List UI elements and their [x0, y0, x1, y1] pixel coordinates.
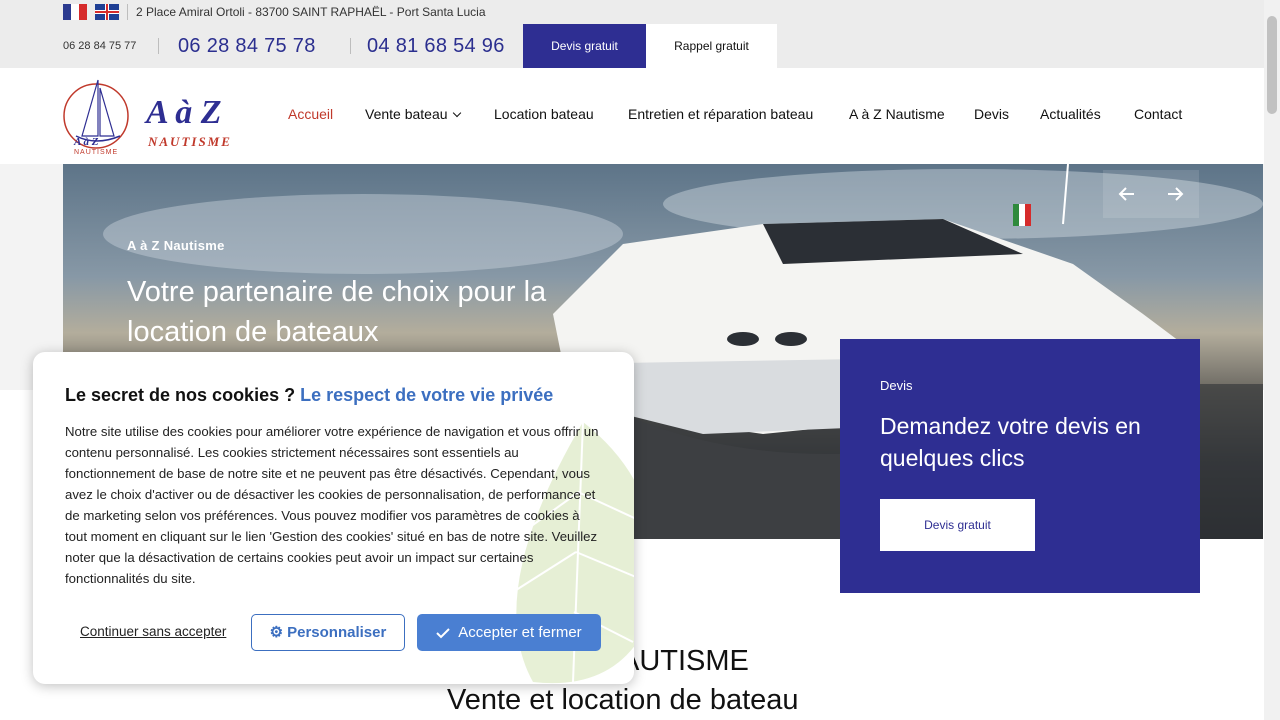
nav-item-devis[interactable]: Devis [974, 106, 1009, 122]
arrow-right-icon[interactable] [1151, 170, 1199, 218]
nav-item-location-bateau[interactable]: Location bateau [494, 106, 594, 122]
cookie-title-accent: Le respect de votre vie privée [300, 385, 554, 405]
devis-gratuit-top-button[interactable]: Devis gratuit [523, 24, 646, 68]
check-icon [436, 627, 451, 638]
logo-subtitle: NAUTISME [148, 134, 232, 149]
arrow-left-icon[interactable] [1103, 170, 1151, 218]
customize-button[interactable]: ⚙ Personnaliser [251, 614, 405, 651]
cookie-title: Le secret de nos cookies ? Le respect de… [65, 385, 553, 406]
accept-and-close-button[interactable]: Accepter et fermer [417, 614, 601, 651]
hero-title: Votre partenaire de choix pour la locati… [127, 276, 547, 348]
devis-gratuit-button[interactable]: Devis gratuit [880, 499, 1035, 551]
nav-item-entretien[interactable]: Entretien et réparation bateau [628, 106, 813, 122]
cookie-title-plain: Le secret de nos cookies ? [65, 385, 296, 405]
devis-title: Demandez votre devis en quelques clics [880, 413, 1141, 471]
logo-badge-sub: NAUTISME [74, 149, 119, 156]
nav-item-vente-bateau[interactable]: Vente bateau [365, 106, 461, 124]
nav-item-contact[interactable]: Contact [1134, 106, 1182, 122]
nav-item-actualites[interactable]: Actualités [1040, 106, 1101, 122]
section-heading-line1: AUTISME [620, 645, 749, 677]
continue-without-accepting-link[interactable]: Continuer sans accepter [80, 624, 226, 639]
cookie-consent-modal: Le secret de nos cookies ? Le respect de… [33, 352, 634, 684]
phone-1[interactable]: 06 28 84 75 78 [178, 35, 316, 58]
accept-label: Accepter et fermer [458, 624, 582, 641]
hero-eyebrow: A à Z Nautisme [127, 238, 225, 253]
devis-eyebrow: Devis [880, 378, 913, 393]
divider [158, 38, 159, 54]
phone-small[interactable]: 06 28 84 75 77 [63, 40, 136, 52]
chevron-down-icon [452, 108, 461, 118]
cookie-description: Notre site utilise des cookies pour amél… [65, 424, 599, 586]
nav-item-a-a-z-nautisme[interactable]: A à Z Nautisme [849, 106, 945, 122]
phone-2[interactable]: 04 81 68 54 96 [367, 35, 505, 58]
nav-item-accueil[interactable]: Accueil [288, 106, 333, 122]
flag-uk-icon[interactable] [95, 4, 119, 20]
logo-badge-text: A à Z [74, 136, 99, 148]
gear-icon: ⚙ [269, 624, 284, 641]
divider [350, 38, 351, 54]
rappel-gratuit-button[interactable]: Rappel gratuit [646, 24, 777, 68]
top-bar: 2 Place Amiral Ortoli - 83700 SAINT RAPH… [0, 0, 1264, 68]
devis-card: Devis Demandez votre devis en quelques c… [840, 339, 1200, 593]
page-scrollbar[interactable] [1264, 0, 1280, 720]
scrollbar-thumb[interactable] [1267, 16, 1277, 114]
divider [127, 4, 128, 20]
slider-arrows [1103, 170, 1199, 218]
customize-label: Personnaliser [287, 624, 387, 641]
nav-item-label: Vente bateau [365, 106, 448, 122]
language-switcher [63, 4, 119, 20]
flag-fr-icon[interactable] [63, 4, 87, 20]
section-heading-line2: Vente et location de bateau [447, 684, 799, 716]
main-nav: Accueil Vente bateau Location bateau Ent… [0, 106, 1264, 126]
address: 2 Place Amiral Ortoli - 83700 SAINT RAPH… [136, 5, 486, 19]
